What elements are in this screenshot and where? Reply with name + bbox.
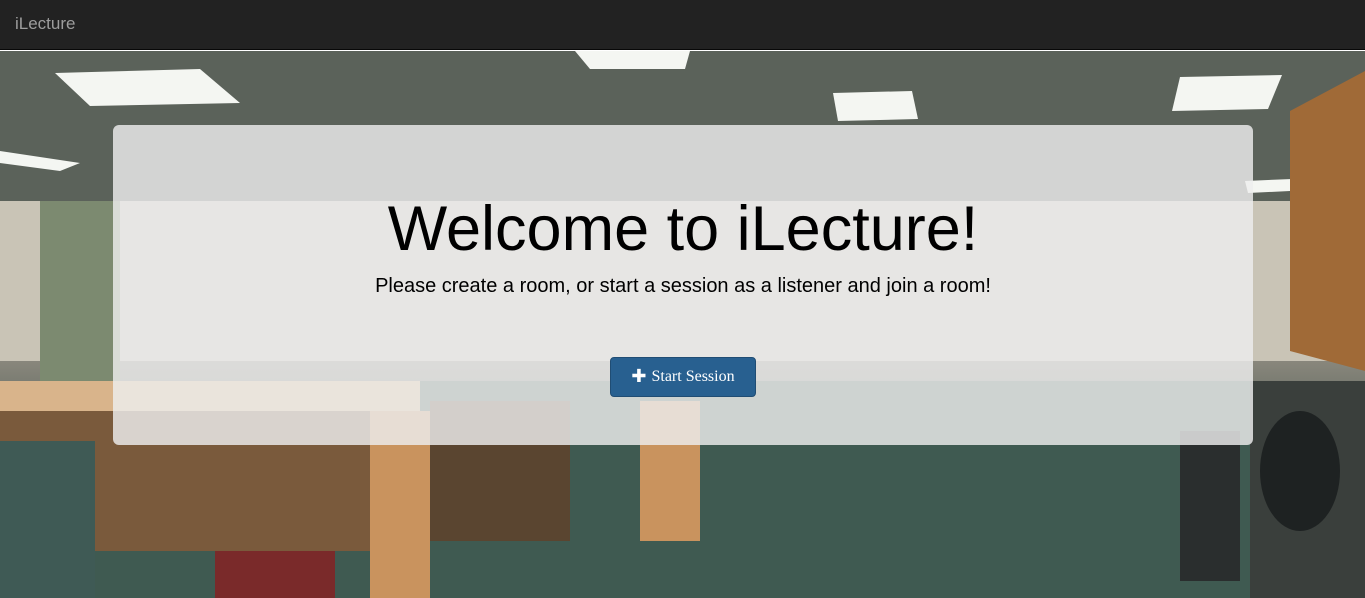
start-session-button[interactable]: ✚ Start Session — [610, 357, 756, 397]
welcome-heading: Welcome to iLecture! — [387, 194, 979, 264]
navbar-brand[interactable]: iLecture — [15, 14, 75, 34]
welcome-panel: Welcome to iLecture! Please create a roo… — [113, 125, 1253, 445]
start-session-label: Start Session — [651, 368, 735, 385]
top-navbar: iLecture — [0, 0, 1365, 50]
plus-icon: ✚ — [631, 366, 647, 387]
welcome-subtitle: Please create a room, or start a session… — [375, 275, 991, 297]
